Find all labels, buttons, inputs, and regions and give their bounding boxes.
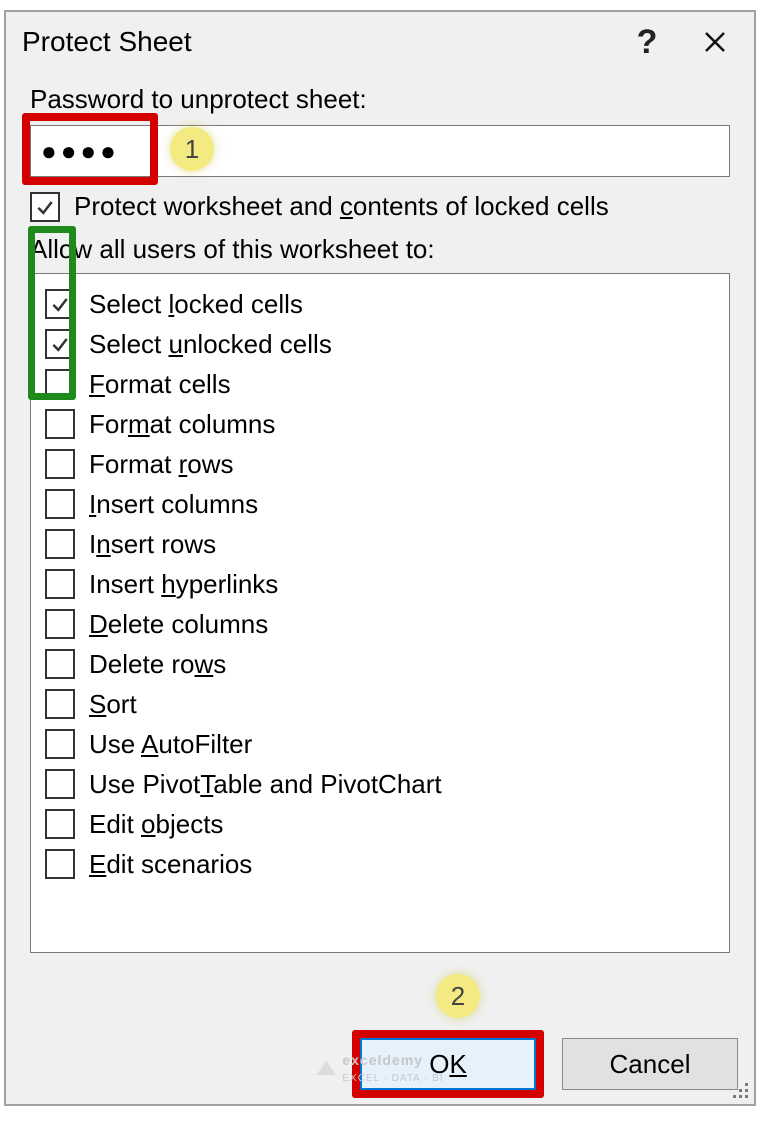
- permission-item[interactable]: Format cells: [45, 364, 715, 404]
- permission-label: Use PivotTable and PivotChart: [89, 769, 442, 800]
- permissions-list[interactable]: Select locked cells Select unlocked cells…: [30, 273, 730, 953]
- help-button[interactable]: ?: [618, 20, 676, 64]
- watermark-tag: EXCEL · DATA · BI: [342, 1073, 443, 1084]
- close-button[interactable]: [686, 20, 744, 64]
- permission-label: Delete columns: [89, 609, 268, 640]
- watermark: exceldemy EXCEL · DATA · BI: [316, 1052, 443, 1084]
- watermark-brand: exceldemy: [342, 1052, 423, 1068]
- permission-label: Sort: [89, 689, 137, 720]
- permission-checkbox[interactable]: [45, 489, 75, 519]
- permission-item[interactable]: Delete rows: [45, 644, 715, 684]
- permission-item[interactable]: Insert hyperlinks: [45, 564, 715, 604]
- permission-label: Select locked cells: [89, 289, 303, 320]
- permission-item[interactable]: Select locked cells: [45, 284, 715, 324]
- permission-item[interactable]: Insert rows: [45, 524, 715, 564]
- protect-sheet-dialog: Protect Sheet ? Password to unprotect sh…: [4, 10, 756, 1106]
- permission-checkbox[interactable]: [45, 569, 75, 599]
- allow-label: Allow all users of this worksheet to:: [30, 234, 730, 265]
- check-icon: [35, 197, 55, 217]
- permission-item[interactable]: Use AutoFilter: [45, 724, 715, 764]
- permission-checkbox[interactable]: [45, 529, 75, 559]
- resize-grip[interactable]: [728, 1078, 750, 1100]
- password-field-wrap: 1: [30, 125, 730, 177]
- permission-checkbox[interactable]: [45, 689, 75, 719]
- title-bar: Protect Sheet ?: [6, 12, 754, 80]
- password-label: Password to unprotect sheet:: [30, 84, 730, 115]
- password-input[interactable]: [30, 125, 730, 177]
- permission-item[interactable]: Format rows: [45, 444, 715, 484]
- permission-label: Edit scenarios: [89, 849, 252, 880]
- permission-label: Format columns: [89, 409, 275, 440]
- check-icon: [50, 334, 70, 354]
- protect-checkbox[interactable]: [30, 192, 60, 222]
- permission-item[interactable]: Insert columns: [45, 484, 715, 524]
- permission-label: Select unlocked cells: [89, 329, 332, 360]
- permission-label: Delete rows: [89, 649, 226, 680]
- cancel-button[interactable]: Cancel: [562, 1038, 738, 1090]
- permission-item[interactable]: Edit objects: [45, 804, 715, 844]
- permission-checkbox[interactable]: [45, 649, 75, 679]
- permission-checkbox[interactable]: [45, 449, 75, 479]
- permission-item[interactable]: Select unlocked cells: [45, 324, 715, 364]
- permission-checkbox[interactable]: [45, 289, 75, 319]
- permission-item[interactable]: Edit scenarios: [45, 844, 715, 884]
- permission-label: Use AutoFilter: [89, 729, 252, 760]
- annotation-badge-1: 1: [170, 127, 214, 171]
- permission-checkbox[interactable]: [45, 729, 75, 759]
- permission-label: Edit objects: [89, 809, 223, 840]
- watermark-logo-icon: [316, 1061, 336, 1075]
- permission-checkbox[interactable]: [45, 769, 75, 799]
- close-icon: [703, 30, 727, 54]
- permission-item[interactable]: Sort: [45, 684, 715, 724]
- dialog-title: Protect Sheet: [22, 26, 618, 58]
- permission-checkbox[interactable]: [45, 849, 75, 879]
- protect-checkbox-label: Protect worksheet and contents of locked…: [74, 191, 609, 222]
- protect-checkbox-row[interactable]: Protect worksheet and contents of locked…: [30, 191, 730, 222]
- permission-checkbox[interactable]: [45, 809, 75, 839]
- permission-item[interactable]: Use PivotTable and PivotChart: [45, 764, 715, 804]
- permission-checkbox[interactable]: [45, 609, 75, 639]
- permission-label: Insert columns: [89, 489, 258, 520]
- permission-checkbox[interactable]: [45, 329, 75, 359]
- permission-checkbox[interactable]: [45, 369, 75, 399]
- permission-label: Format cells: [89, 369, 231, 400]
- permission-label: Insert rows: [89, 529, 216, 560]
- permission-checkbox[interactable]: [45, 409, 75, 439]
- permission-label: Format rows: [89, 449, 234, 480]
- permission-item[interactable]: Format columns: [45, 404, 715, 444]
- annotation-badge-2: 2: [436, 974, 480, 1018]
- dialog-content: Password to unprotect sheet: 1 Protect w…: [6, 84, 754, 953]
- permission-item[interactable]: Delete columns: [45, 604, 715, 644]
- permission-label: Insert hyperlinks: [89, 569, 278, 600]
- check-icon: [50, 294, 70, 314]
